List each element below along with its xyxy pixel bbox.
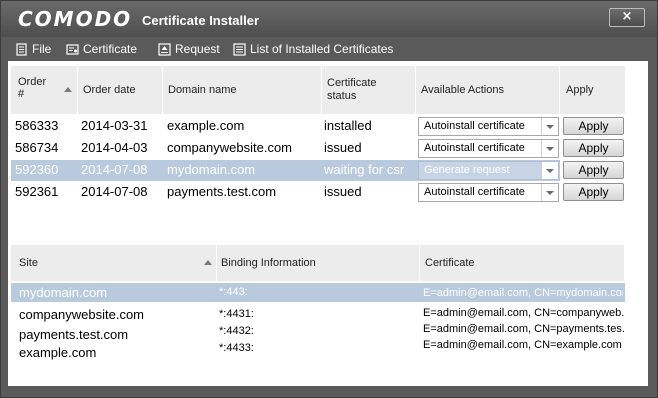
close-icon: × bbox=[621, 9, 633, 24]
action-dropdown[interactable]: Autoinstall certificate bbox=[418, 117, 559, 136]
column-header-certificate-label: Certificate bbox=[425, 257, 475, 269]
column-header-binding-information[interactable]: Binding Information bbox=[217, 245, 420, 281]
site-name: companywebsite.com bbox=[19, 307, 144, 322]
request-upload-icon bbox=[158, 42, 171, 56]
apply-button[interactable]: Apply bbox=[563, 117, 624, 135]
menu-request[interactable]: Request bbox=[158, 41, 220, 57]
menu-file-label: File bbox=[32, 42, 52, 56]
column-header-certificate-status-label: Certificate status bbox=[327, 77, 377, 102]
certificate-status: issued bbox=[324, 140, 362, 155]
list-icon bbox=[233, 42, 246, 56]
action-dropdown-value: Autoinstall certificate bbox=[424, 120, 525, 132]
menu-certificate-label: Certificate bbox=[83, 42, 138, 56]
action-dropdown-value: Autoinstall certificate bbox=[424, 142, 525, 154]
main-panel: Order # Order date Domain name Certifica… bbox=[8, 61, 648, 386]
domain-name: example.com bbox=[167, 118, 245, 133]
column-header-available-actions[interactable]: Available Actions bbox=[416, 66, 560, 114]
site-name: example.com bbox=[19, 345, 97, 360]
certificate-status: installed bbox=[324, 118, 372, 133]
apply-button[interactable]: Apply bbox=[563, 183, 624, 201]
site-name: mydomain.com bbox=[19, 285, 108, 300]
domain-name: payments.test.com bbox=[167, 184, 277, 199]
certificate-installer-window: COMODO Certificate Installer × File Cert… bbox=[0, 0, 658, 398]
document-icon bbox=[16, 42, 27, 56]
site-name: payments.test.com bbox=[19, 327, 129, 342]
order-date: 2014-03-31 bbox=[81, 118, 148, 133]
menu-file[interactable]: File bbox=[15, 41, 51, 57]
column-header-apply-label: Apply bbox=[566, 84, 594, 96]
action-dropdown[interactable]: Generate request bbox=[418, 161, 559, 180]
order-number: 586333 bbox=[15, 118, 59, 133]
chevron-down-icon bbox=[541, 162, 558, 179]
domain-name: companywebsite.com bbox=[167, 140, 292, 155]
comodo-logo: COMODO bbox=[18, 7, 133, 31]
column-header-order[interactable]: Order # bbox=[11, 66, 78, 114]
chevron-down-icon bbox=[541, 118, 558, 135]
title-bar: COMODO Certificate Installer × bbox=[1, 1, 657, 37]
action-dropdown-value: Generate request bbox=[424, 164, 510, 176]
menu-installed-certificates-label: List of Installed Certificates bbox=[250, 42, 394, 56]
chevron-down-icon bbox=[541, 184, 558, 201]
column-header-order-date-label: Order date bbox=[83, 84, 136, 96]
column-header-binding-information-label: Binding Information bbox=[221, 257, 316, 269]
action-dropdown[interactable]: Autoinstall certificate bbox=[418, 139, 559, 158]
column-header-certificate[interactable]: Certificate bbox=[420, 245, 625, 281]
column-header-site[interactable]: Site bbox=[11, 245, 217, 281]
column-header-site-label: Site bbox=[19, 257, 38, 269]
menu-request-label: Request bbox=[175, 42, 220, 56]
certificate-subject: E=admin@email.com, CN=mydomain.com bbox=[423, 287, 623, 299]
order-date: 2014-07-08 bbox=[81, 184, 148, 199]
binding-information: *:4432: bbox=[219, 325, 254, 337]
order-number: 592360 bbox=[15, 162, 59, 177]
order-date: 2014-07-08 bbox=[81, 162, 148, 177]
certificate-status: issued bbox=[324, 184, 362, 199]
binding-information: *:4431: bbox=[219, 308, 254, 320]
apply-button[interactable]: Apply bbox=[563, 161, 624, 179]
order-date: 2014-04-03 bbox=[81, 140, 148, 155]
certificate-subject: E=admin@email.com, CN=example.com bbox=[423, 339, 622, 351]
apply-button[interactable]: Apply bbox=[563, 139, 624, 157]
sort-ascending-icon bbox=[64, 87, 72, 92]
column-header-domain-name[interactable]: Domain name bbox=[163, 66, 322, 114]
binding-information: *:4433: bbox=[219, 342, 254, 354]
binding-information: *:443: bbox=[219, 286, 248, 298]
menu-installed-certificates[interactable]: List of Installed Certificates bbox=[233, 41, 393, 57]
certificate-icon bbox=[66, 43, 79, 55]
chevron-down-icon bbox=[541, 140, 558, 157]
action-dropdown-value: Autoinstall certificate bbox=[424, 186, 525, 198]
close-button[interactable]: × bbox=[609, 8, 645, 27]
column-header-certificate-status[interactable]: Certificate status bbox=[322, 66, 416, 114]
column-header-order-label: Order # bbox=[18, 76, 47, 100]
column-header-domain-name-label: Domain name bbox=[168, 84, 237, 96]
column-header-order-date[interactable]: Order date bbox=[78, 66, 163, 114]
action-dropdown[interactable]: Autoinstall certificate bbox=[418, 183, 559, 202]
domain-name: mydomain.com bbox=[167, 162, 256, 177]
menu-certificate[interactable]: Certificate bbox=[66, 41, 137, 57]
certificate-subject: E=admin@email.com, CN=companyweb... bbox=[423, 307, 625, 319]
column-header-available-actions-label: Available Actions bbox=[421, 84, 504, 96]
window-title: Certificate Installer bbox=[142, 13, 260, 28]
order-number: 592361 bbox=[15, 184, 59, 199]
order-number: 586734 bbox=[15, 140, 59, 155]
certificate-status: waiting for csr bbox=[324, 162, 405, 177]
menu-bar: File Certificate Request List of Install… bbox=[1, 37, 657, 61]
column-header-apply[interactable]: Apply bbox=[560, 66, 626, 114]
certificate-subject: E=admin@email.com, CN=payments.tes... bbox=[423, 323, 625, 335]
sort-ascending-icon bbox=[204, 260, 212, 265]
